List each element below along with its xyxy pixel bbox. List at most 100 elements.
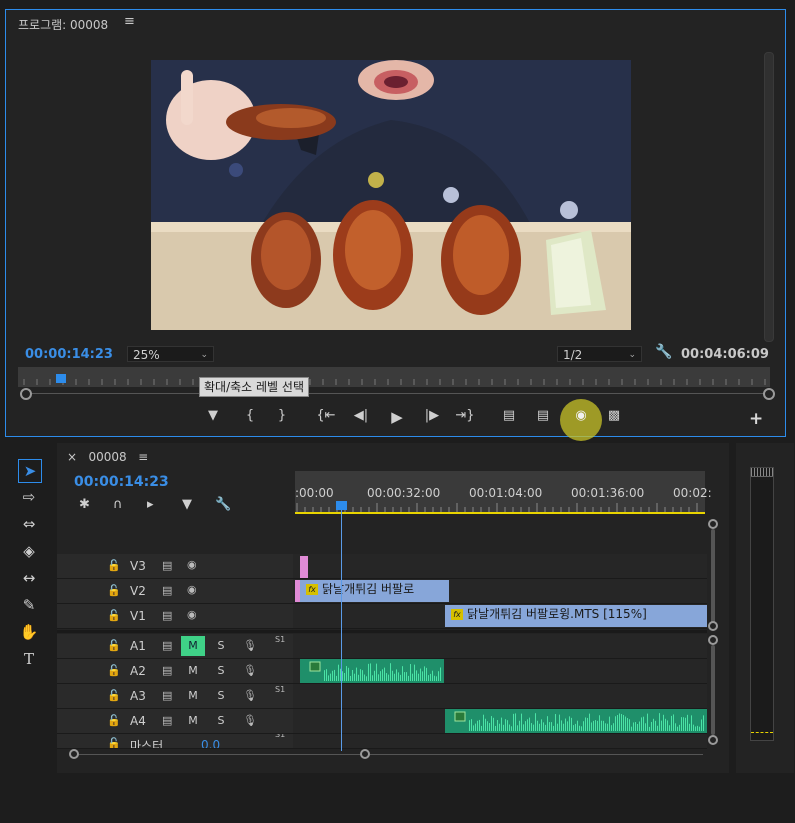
current-timecode[interactable]: 00:00:14:23 — [25, 347, 113, 362]
audio-clip-a2[interactable] — [300, 659, 444, 683]
timeline-timecode[interactable]: 00:00:14:23 — [74, 474, 169, 490]
timeline-horizontal-scroll[interactable] — [73, 754, 703, 755]
go-to-in-icon[interactable]: {⇤ — [316, 408, 336, 423]
microphone-icon[interactable]: 🎙 — [243, 714, 257, 727]
hscroll-handle-right[interactable] — [360, 749, 370, 759]
step-back-icon[interactable]: ◀| — [351, 408, 371, 423]
lock-icon[interactable]: 🔓 — [107, 737, 121, 748]
program-playhead[interactable] — [56, 374, 66, 383]
zoom-handle-right[interactable] — [763, 388, 775, 400]
eye-icon[interactable]: ◉ — [187, 608, 197, 621]
clip-marker[interactable] — [300, 556, 308, 578]
track-name[interactable]: V3 — [130, 559, 146, 573]
program-vertical-scrollbar[interactable] — [764, 52, 774, 342]
master-volume-value[interactable]: 0.0 — [201, 738, 220, 748]
audio-clip-a4[interactable] — [445, 709, 707, 733]
lock-icon[interactable]: 🔓 — [107, 639, 121, 652]
sequence-name: 00008 — [88, 450, 127, 464]
track-name[interactable]: V1 — [130, 609, 146, 623]
zoom-level-dropdown[interactable]: 25% ⌄ — [127, 346, 214, 362]
mute-button[interactable]: M — [181, 636, 205, 656]
video-clip-v2[interactable]: fx 닭날개튀김 버팔로 — [295, 580, 449, 602]
mute-button[interactable]: M — [181, 711, 205, 731]
type-tool-icon[interactable]: T — [18, 648, 40, 670]
sync-lock-icon[interactable]: ▤ — [162, 609, 172, 622]
sync-lock-icon[interactable]: ▤ — [162, 584, 172, 597]
track-select-tool-icon[interactable]: ⇨ — [18, 486, 40, 508]
track-divider[interactable] — [57, 630, 707, 633]
lock-icon[interactable]: 🔓 — [107, 559, 121, 572]
slip-tool-icon[interactable]: ↔ — [18, 567, 40, 589]
linked-selection-icon[interactable]: ▸ — [147, 497, 154, 512]
mute-button[interactable]: M — [181, 661, 205, 681]
lift-icon[interactable]: ▤ — [499, 408, 519, 423]
hscroll-handle-left[interactable] — [69, 749, 79, 759]
video-scroll-track[interactable] — [711, 529, 715, 627]
microphone-icon[interactable]: 🎙 — [243, 664, 257, 677]
solo-button[interactable]: S — [209, 636, 233, 656]
ripple-edit-tool-icon[interactable]: ⇔ — [18, 513, 40, 535]
track-name[interactable]: A4 — [130, 714, 146, 728]
comparison-view-icon[interactable]: ▩ — [604, 408, 624, 423]
add-marker-icon[interactable]: ▼ — [203, 408, 223, 423]
settings-wrench-icon[interactable]: 🔧 — [655, 344, 672, 360]
sync-lock-icon[interactable]: ▤ — [162, 714, 172, 727]
sync-lock-icon[interactable]: ▤ — [162, 689, 172, 702]
mark-in-icon[interactable]: { — [240, 408, 260, 423]
timeline-ruler[interactable]: :00:00 00:00:32:00 00:01:04:00 00:01:36:… — [295, 471, 712, 513]
pen-tool-icon[interactable]: ✎ — [18, 594, 40, 616]
audio-scroll-track[interactable] — [711, 645, 715, 735]
sync-lock-icon[interactable]: ▤ — [162, 639, 172, 652]
panel-menu-icon[interactable]: ≡ — [124, 14, 135, 29]
program-time-ruler[interactable] — [18, 367, 770, 387]
video-clip-v1[interactable]: fx 닭날개튀김 버팔로윙.MTS [115%] — [445, 605, 707, 627]
go-to-out-icon[interactable]: ⇥} — [455, 408, 475, 423]
video-scroll-handle-bottom[interactable] — [708, 621, 718, 631]
playhead[interactable] — [336, 501, 347, 510]
play-icon[interactable]: ▶ — [387, 408, 407, 426]
nest-icon[interactable]: ✱ — [79, 497, 90, 512]
zoom-handle-left[interactable] — [20, 388, 32, 400]
snap-magnet-icon[interactable]: ∩ — [113, 497, 123, 512]
solo-button[interactable]: S — [209, 661, 233, 681]
solo-button[interactable]: S — [209, 686, 233, 706]
selection-tool-icon[interactable]: ➤ — [18, 459, 42, 483]
lock-icon[interactable]: 🔓 — [107, 689, 121, 702]
ruler-label: 00:01:36:00 — [571, 486, 645, 500]
track-name[interactable]: V2 — [130, 584, 146, 598]
lock-icon[interactable]: 🔓 — [107, 609, 121, 622]
solo-button[interactable]: S — [209, 711, 233, 731]
mute-button[interactable]: M — [181, 686, 205, 706]
eye-icon[interactable]: ◉ — [187, 558, 197, 571]
lock-icon[interactable]: 🔓 — [107, 584, 121, 597]
video-scroll-handle-top[interactable] — [708, 519, 718, 529]
track-name[interactable]: A3 — [130, 689, 146, 703]
work-area-bar[interactable] — [295, 512, 705, 514]
button-editor-plus-icon[interactable]: + — [749, 409, 763, 429]
eye-icon[interactable]: ◉ — [187, 583, 197, 596]
extract-icon[interactable]: ▤ — [533, 408, 553, 423]
microphone-icon[interactable]: 🎙 — [243, 689, 257, 702]
track-name[interactable]: 마스터 — [130, 737, 163, 748]
track-name[interactable]: A1 — [130, 639, 146, 653]
step-forward-icon[interactable]: |▶ — [422, 408, 442, 423]
lock-icon[interactable]: 🔓 — [107, 714, 121, 727]
playback-resolution-dropdown[interactable]: 1/2 ⌄ — [557, 346, 642, 362]
export-frame-camera-icon[interactable]: ◉ — [571, 408, 591, 423]
lock-icon[interactable]: 🔓 — [107, 664, 121, 677]
audio-scroll-handle-top[interactable] — [708, 635, 718, 645]
sync-lock-icon[interactable]: ▤ — [162, 559, 172, 572]
add-marker-icon[interactable]: ▼ — [182, 497, 192, 512]
audio-scroll-handle-bottom[interactable] — [708, 735, 718, 745]
hand-tool-icon[interactable]: ✋ — [18, 621, 40, 643]
panel-menu-icon[interactable]: ≡ — [138, 450, 148, 464]
track-name[interactable]: A2 — [130, 664, 146, 678]
razor-tool-icon[interactable]: ◈ — [18, 540, 40, 562]
close-tab-icon[interactable]: × — [67, 450, 77, 464]
microphone-icon[interactable]: 🎙 — [243, 639, 257, 652]
sequence-tab[interactable]: × 00008 ≡ — [67, 450, 148, 464]
zoom-scroll-track[interactable] — [30, 393, 768, 394]
sync-lock-icon[interactable]: ▤ — [162, 664, 172, 677]
mark-out-icon[interactable]: } — [272, 408, 292, 423]
timeline-settings-wrench-icon[interactable]: 🔧 — [215, 497, 231, 512]
